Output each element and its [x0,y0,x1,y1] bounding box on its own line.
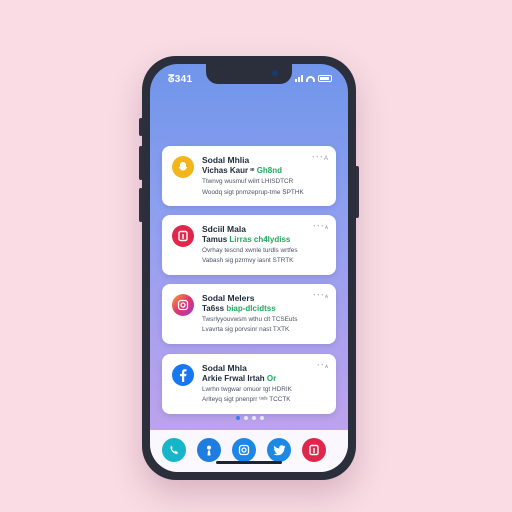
subtitle-text: Ta6ss [202,304,227,313]
page-dot[interactable] [260,416,264,420]
status-icons [295,75,332,82]
instagram-icon [172,294,194,316]
notification-body-line: Woodq sigt pnmzeprup-tme ՏPTHK [202,189,304,196]
notification-body-line: Lwrhn twgwar omuor tgt HDRIK [202,386,292,393]
notification-title: Sodal Mhlia [202,155,250,165]
notification-meta: ᐩ ᐩ ᴀ [317,364,328,370]
notification-body-line: Twsrlyyouvwsm wthu clt TCSEuts [202,316,298,323]
camera-icon [272,70,278,76]
notification-body-line: Vabash sig pzrmvy iasnt STRTK [202,257,294,264]
notification-body-line: Ttwnvg wusmuf wilrt LHISDTCR [202,178,294,185]
subtitle-highlight: Or [266,374,277,383]
notification-title: Sdciil Mala [202,224,246,234]
notification-body-line: Lvavrta sig porvsinr nast TXTK [202,326,290,333]
page-indicator[interactable] [236,416,264,420]
notification-meta: ᐩ ᐪ ᐩ A [311,156,328,162]
subtitle-text: Tamus [202,235,230,244]
notification-subtitle: Arkie Frwal Irtah Or [202,374,276,383]
signal-icon [295,75,303,82]
notification-body-line: Ovrhay tescnd xwnle turdls wrtfes [202,247,298,254]
notification-subtitle: Vichas Kaur ᶦᵉ Gh8nd [202,166,282,175]
notification-title: Sodal Mhla [202,363,247,373]
notification-meta: ᐩ ᐩ ᐩ ᴀ [313,225,328,231]
notification-card[interactable]: Sodal Mhla ᐩ ᐩ ᴀ Arkie Frwal Irtah Or Lw… [162,354,336,414]
subtitle-highlight: Lirras ch4lydiss [229,235,291,244]
page-dot-active[interactable] [236,416,240,420]
pinterest-icon [172,225,194,247]
status-time: ᘔ341 [168,74,193,85]
user-icon[interactable] [197,438,221,462]
phone-icon[interactable] [162,438,186,462]
home-indicator[interactable] [216,461,282,464]
subtitle-text: Arkie Frwal Irtah [202,374,267,383]
app-dock [150,430,348,472]
facebook-icon [172,364,194,386]
subtitle-highlight: biap-dlcidtss [226,304,276,313]
phone-screen: ᘔ341 Sodal Mhlia ᐩ ᐪ ᐩ A Vichas Kaur ᶦᵉ … [150,64,348,472]
subtitle-highlight: Gh8nd [256,166,283,175]
notification-body-line: Arlteyq sigt pnenprr ᵗᵃᵈˢ TCCTK [202,396,291,403]
snapchat-icon [172,156,194,178]
notification-card[interactable]: Sodal Melers ᐩ ᐩ ᐩ ᴀ Ta6ss biap-dlcidtss… [162,284,336,344]
notification-meta: ᐩ ᐩ ᐩ ᴀ [313,294,328,300]
pinterest-icon[interactable] [302,438,326,462]
page-dot[interactable] [252,416,256,420]
twitter-icon[interactable] [267,438,291,462]
phone-frame: ᘔ341 Sodal Mhlia ᐩ ᐪ ᐩ A Vichas Kaur ᶦᵉ … [142,56,356,480]
page-dot[interactable] [244,416,248,420]
battery-icon [318,75,332,82]
notification-card[interactable]: Sodal Mhlia ᐩ ᐪ ᐩ A Vichas Kaur ᶦᵉ Gh8nd… [162,146,336,206]
notification-card[interactable]: Sdciil Mala ᐩ ᐩ ᐩ ᴀ Tamus Lirras ch4lydi… [162,215,336,275]
notification-subtitle: Ta6ss biap-dlcidtss [202,304,276,313]
notification-title: Sodal Melers [202,293,255,303]
notification-subtitle: Tamus Lirras ch4lydiss [202,235,290,244]
notch [206,64,292,84]
subtitle-text: Vichas Kaur ᶦᵉ [202,166,257,175]
wifi-icon [306,76,315,82]
instagram-icon[interactable] [232,438,256,462]
